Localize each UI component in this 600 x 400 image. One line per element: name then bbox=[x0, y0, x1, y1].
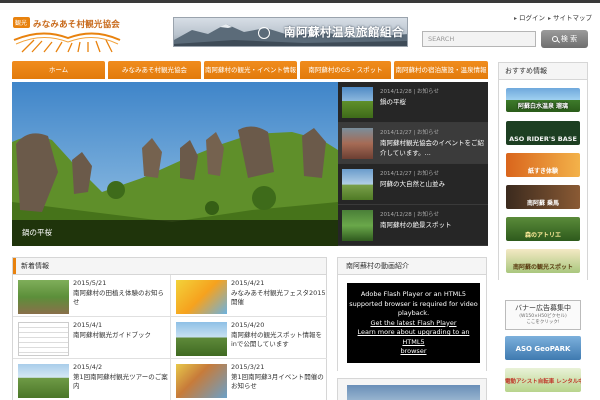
news-item[interactable]: 2015/3/21 第1回南阿蘇3月イベント開催のお知らせ bbox=[170, 359, 327, 400]
sidebar-banners: 阿蘇白水温泉 瑠璃 ASO RIDER'S BASE 紙すき体験 南阿蘇 乗馬 … bbox=[498, 80, 588, 280]
news-title: みなみあそ村観光フェスタ2015開催 bbox=[231, 289, 326, 306]
sidebar-banner[interactable]: 南阿蘇の観光スポット bbox=[506, 249, 580, 273]
nav-item-association[interactable]: みなみあそ村観光協会 bbox=[108, 61, 201, 79]
onsen-ryokan-banner[interactable]: 南阿蘇村温泉旅館組合 bbox=[173, 17, 408, 47]
news-item[interactable]: 2015/4/20 南阿蘇村の観光スポット情報をinで公開しています bbox=[170, 317, 327, 359]
login-link[interactable]: ログイン bbox=[514, 12, 545, 22]
geopark-banner[interactable]: ASO GeoPARK bbox=[505, 336, 581, 360]
ebike-label: 電動アシスト自転車 レンタル中! bbox=[505, 379, 581, 385]
flash-text-2: supported browser is required for video bbox=[349, 299, 478, 308]
onsen-icon bbox=[258, 27, 270, 39]
news-date: 2015/4/20 bbox=[231, 321, 265, 329]
slide-thumb[interactable]: 2014/12/27 | お知らせ 南阿蘇村観光協会のイベントをご紹介しています… bbox=[338, 123, 488, 164]
news-image bbox=[18, 364, 69, 398]
banner-label: 阿蘇白水温泉 瑠璃 bbox=[517, 103, 569, 110]
news-title: 南阿蘇村の田植え体験のお知らせ bbox=[73, 289, 164, 306]
ad-line1: バナー広告募集中 bbox=[515, 304, 571, 312]
news-image bbox=[18, 322, 69, 356]
banner-label: 紙すき体験 bbox=[527, 168, 558, 175]
banner-label: ASO RIDER'S BASE bbox=[509, 135, 577, 143]
news-title: 第1回南阿蘇3月イベント開催のお知らせ bbox=[231, 373, 324, 390]
top-bar bbox=[0, 0, 600, 3]
slide-thumb[interactable]: 2014/12/28 | お知らせ 鍋の平桜 bbox=[338, 82, 488, 123]
utility-links: ログイン サイトマップ bbox=[514, 12, 594, 22]
thumb-title: 南阿蘇村観光協会のイベントをご紹介しています。... bbox=[380, 139, 484, 157]
news-item[interactable]: 2015/4/2 第1回南阿蘇村観光ツアーのご案内 bbox=[13, 359, 170, 400]
thumb-image bbox=[342, 87, 373, 118]
thumb-meta: 2014/12/27 | お知らせ bbox=[380, 171, 439, 177]
featured-slider: 鍋の平桜 2014/12/28 | お知らせ 鍋の平桜 2014/12/27 |… bbox=[12, 82, 488, 246]
sidebar-title: おすすめ情報 bbox=[498, 62, 588, 80]
slide-thumb[interactable]: 2014/12/27 | お知らせ 阿蘇の大自然と山並み bbox=[338, 164, 488, 205]
banner-label: 森のアトリエ bbox=[524, 232, 561, 239]
news-title: 南阿蘇村の観光スポット情報をinで公開しています bbox=[231, 331, 322, 348]
news-image bbox=[18, 280, 69, 314]
news-title: 第1回南阿蘇村観光ツアーのご案内 bbox=[73, 373, 168, 390]
svg-text:観光: 観光 bbox=[15, 19, 27, 27]
nav-item-home[interactable]: ホーム bbox=[12, 61, 105, 79]
flash-notice[interactable]: Adobe Flash Player or an HTML5 supported… bbox=[347, 283, 480, 363]
banner-text: 南阿蘇村温泉旅館組合 bbox=[284, 25, 404, 39]
slide-thumb[interactable]: 2014/12/28 | お知らせ 南阿蘇村の絶景スポット bbox=[338, 205, 488, 246]
thumb-meta: 2014/12/28 | お知らせ bbox=[380, 89, 439, 95]
news-date: 2015/4/21 bbox=[231, 279, 265, 287]
news-title: 南阿蘇村観光ガイドブック bbox=[73, 331, 151, 339]
news-item[interactable]: 2015/5/21 南阿蘇村の田植え体験のお知らせ bbox=[13, 275, 170, 317]
sidebar-banner[interactable]: ASO RIDER'S BASE bbox=[506, 121, 580, 145]
sidebar-banner[interactable]: 阿蘇白水温泉 瑠璃 bbox=[506, 88, 580, 112]
slide-caption: 鍋の平桜 bbox=[12, 220, 338, 246]
news-image bbox=[176, 322, 227, 356]
get-flash-link[interactable]: Get the latest Flash Player bbox=[347, 319, 480, 329]
news-item[interactable]: 2015/4/1 南阿蘇村観光ガイドブック bbox=[13, 317, 170, 359]
ad-recruit-banner[interactable]: バナー広告募集中 (W150×H50ピクセル) ここをクリック! bbox=[505, 300, 581, 330]
sidebar-banner[interactable]: 紙すき体験 bbox=[506, 153, 580, 177]
video-thumbnail[interactable] bbox=[347, 385, 480, 400]
sitemap-link[interactable]: サイトマップ bbox=[548, 12, 592, 22]
slide-thumbnails: 2014/12/28 | お知らせ 鍋の平桜 2014/12/27 | お知らせ… bbox=[338, 82, 488, 246]
search-input[interactable]: SEARCH bbox=[422, 31, 536, 47]
logo-text: みなみあそ村観光協会 bbox=[33, 20, 121, 30]
news-image bbox=[176, 280, 227, 314]
geopark-label: ASO GeoPARK bbox=[515, 345, 571, 353]
nav-item-spots[interactable]: 南阿蘇村のGS・スポット bbox=[300, 61, 391, 79]
search-icon bbox=[551, 36, 558, 42]
news-date: 2015/5/21 bbox=[73, 279, 107, 287]
news-date: 2015/4/2 bbox=[73, 363, 103, 371]
thumb-image bbox=[342, 210, 373, 241]
video-player: Adobe Flash Player or an HTML5 supported… bbox=[337, 275, 487, 371]
thumb-title: 鍋の平桜 bbox=[380, 98, 406, 106]
second-video bbox=[337, 378, 487, 400]
search-button[interactable]: 検 索 bbox=[541, 30, 588, 48]
nav-item-stay[interactable]: 南阿蘇村の宿泊施設・温泉情報 bbox=[394, 61, 488, 79]
movie-heading: 南阿蘇村の動画紹介 bbox=[337, 257, 487, 275]
flash-text-3: playback. bbox=[397, 309, 430, 317]
banner-label: 南阿蘇の観光スポット bbox=[512, 264, 573, 271]
sidebar-banner[interactable]: 森のアトリエ bbox=[506, 217, 580, 241]
site-logo[interactable]: 観光 みなみあそ村観光協会 bbox=[12, 14, 123, 54]
banner-label: 南阿蘇 乗馬 bbox=[526, 200, 560, 207]
flash-text-1: Adobe Flash Player or an HTML5 bbox=[360, 290, 467, 298]
thumb-meta: 2014/12/28 | お知らせ bbox=[380, 212, 439, 218]
main-nav: ホーム みなみあそ村観光協会 南阿蘇村の観光・イベント情報 南阿蘇村のGS・スポ… bbox=[12, 61, 488, 79]
thumb-meta: 2014/12/27 | お知らせ bbox=[380, 130, 439, 136]
news-image bbox=[176, 364, 227, 398]
news-heading: 新着情報 bbox=[12, 257, 327, 275]
ebike-banner[interactable]: 電動アシスト自転車 レンタル中! bbox=[505, 368, 581, 392]
thumb-title: 阿蘇の大自然と山並み bbox=[380, 180, 445, 188]
html5-upgrade-link[interactable]: Learn more about upgrading to an HTML5 bbox=[347, 328, 480, 347]
thumb-image bbox=[342, 128, 373, 159]
nav-item-events[interactable]: 南阿蘇村の観光・イベント情報 bbox=[204, 61, 297, 79]
news-date: 2015/4/1 bbox=[73, 321, 103, 329]
news-date: 2015/3/21 bbox=[231, 363, 265, 371]
news-list: 2015/5/21 南阿蘇村の田植え体験のお知らせ 2015/4/21 みなみあ… bbox=[12, 275, 327, 400]
thumb-title: 南阿蘇村の絶景スポット bbox=[380, 221, 452, 229]
ad-line3: ここをクリック! bbox=[526, 320, 560, 325]
news-item[interactable]: 2015/4/21 みなみあそ村観光フェスタ2015開催 bbox=[170, 275, 327, 317]
thumb-image bbox=[342, 169, 373, 200]
search-button-label: 検 索 bbox=[560, 35, 578, 43]
html5-upgrade-link-cont[interactable]: browser bbox=[347, 347, 480, 357]
sidebar-banner[interactable]: 南阿蘇 乗馬 bbox=[506, 185, 580, 209]
